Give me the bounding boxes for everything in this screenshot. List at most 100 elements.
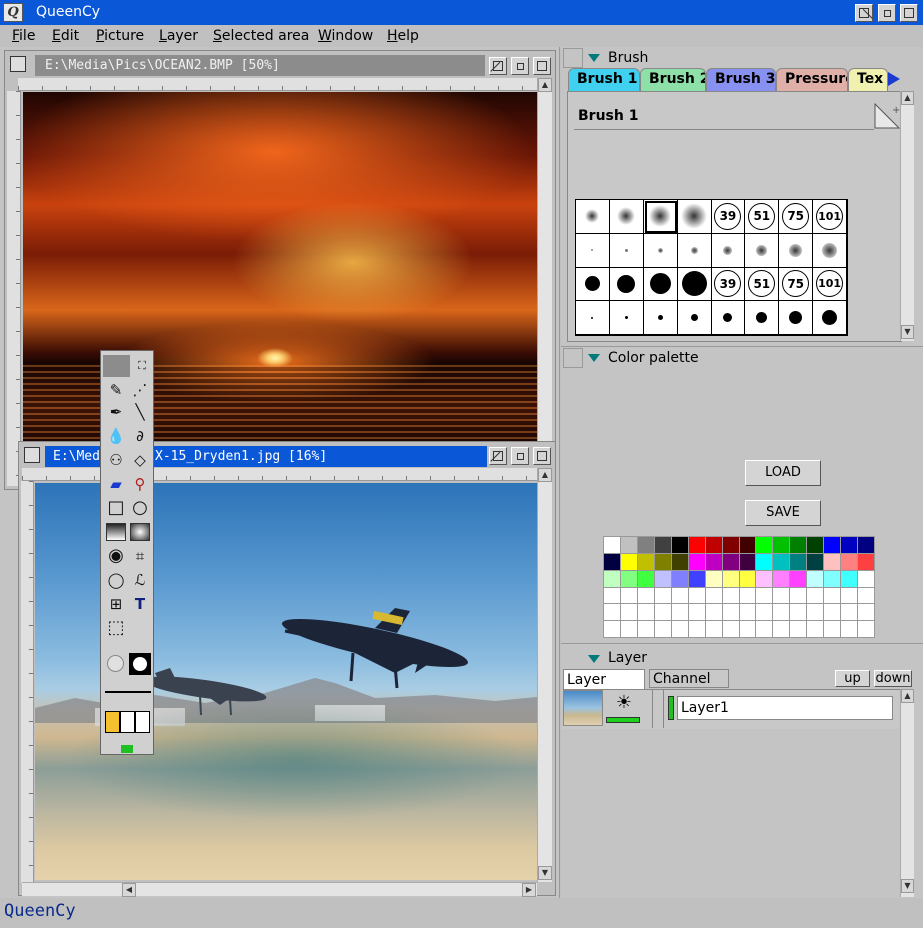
palette-swatch[interactable] (688, 553, 706, 571)
ring-tool-icon[interactable]: ◉ (105, 545, 127, 567)
palette-swatch[interactable] (773, 587, 791, 605)
palette-swatch[interactable] (807, 604, 825, 622)
tab-scroll-right-icon[interactable] (888, 72, 900, 86)
palette-swatch[interactable] (654, 604, 672, 622)
palette-swatch[interactable] (807, 537, 825, 554)
palette-swatch[interactable] (671, 553, 689, 571)
brush-cell[interactable] (779, 301, 814, 335)
palette-swatch[interactable] (756, 587, 774, 605)
ellipse-tool-icon[interactable]: ○ (129, 497, 151, 519)
palette-swatch[interactable] (858, 604, 875, 622)
palette-swatch[interactable] (841, 537, 859, 554)
line-tool-icon[interactable]: ╲ (129, 401, 151, 423)
brush-cell[interactable]: 75 (779, 200, 814, 234)
tab-brush-1[interactable]: Brush 1 (568, 68, 640, 91)
palette-swatch[interactable] (705, 570, 723, 588)
palette-swatch[interactable] (688, 537, 706, 554)
palette-swatch[interactable] (858, 570, 875, 588)
scroll-up-icon[interactable]: ▲ (901, 91, 914, 105)
palette-swatch[interactable] (604, 604, 621, 622)
text-tool-icon[interactable]: T (129, 593, 151, 615)
palette-swatch[interactable] (790, 570, 808, 588)
brush-cell[interactable]: 51 (745, 267, 780, 302)
palette-swatch[interactable] (671, 587, 689, 605)
doc-maximize-button[interactable] (511, 57, 529, 75)
fill-tool-icon[interactable]: ◇ (129, 449, 151, 471)
brush-cell[interactable]: 39 (711, 200, 746, 234)
palette-swatch[interactable] (756, 553, 774, 571)
brush-cell[interactable] (813, 233, 847, 268)
palette-swatch[interactable] (688, 604, 706, 622)
palette-swatch[interactable] (807, 621, 825, 638)
brush-cell[interactable] (576, 301, 610, 335)
palette-swatch[interactable] (722, 587, 740, 605)
toolbox-drag-handle[interactable] (103, 355, 130, 377)
palette-swatch[interactable] (620, 587, 638, 605)
palette-swatch[interactable] (739, 570, 757, 588)
palette-swatch[interactable] (807, 570, 825, 588)
toolbox-panel[interactable]: ⛶ ✎ ⋰ ✒ ╲ 💧 ∂ ⚇ ◇ ▰ ⚲ □ ○ ◉ ⌗ ◯ ℒ ⊞ T ⬚ (100, 350, 154, 755)
palette-swatch[interactable] (688, 621, 706, 638)
tab-brush-3[interactable]: Brush 3 (706, 68, 776, 91)
brush-new-icon[interactable]: + (874, 102, 900, 129)
palette-swatch[interactable] (824, 553, 842, 571)
eyedropper-tool-icon[interactable]: ⚲ (129, 473, 151, 495)
panel-collapse-button[interactable] (563, 348, 583, 368)
tab-brush-2[interactable]: Brush 2 (640, 68, 706, 91)
palette-swatch[interactable] (637, 604, 655, 622)
palette-swatch[interactable] (705, 537, 723, 554)
palette-swatch[interactable] (722, 553, 740, 571)
vertical-scrollbar[interactable]: ▲ ▼ (537, 468, 552, 882)
palette-swatch[interactable] (824, 604, 842, 622)
soft-brush-icon[interactable] (107, 655, 124, 672)
tab-channel[interactable]: Channel (649, 669, 729, 688)
palette-swatch[interactable] (705, 604, 723, 622)
layer-name[interactable]: Layer1 (677, 696, 893, 720)
magic-wand-tool-icon[interactable]: ⊞ (105, 593, 127, 615)
brush-grid[interactable]: 39 51 75 101 39 51 75 101 (575, 199, 848, 336)
palette-swatch[interactable] (858, 587, 875, 605)
palette-swatch[interactable] (722, 570, 740, 588)
toolbox-close-icon[interactable]: ⛶ (131, 355, 153, 377)
doc-minimize-button[interactable] (489, 447, 507, 469)
scroll-left-icon[interactable]: ◀ (122, 883, 136, 897)
palette-swatch[interactable] (739, 553, 757, 571)
palette-swatch[interactable] (790, 604, 808, 622)
palette-swatch[interactable] (773, 553, 791, 571)
palette-swatch[interactable] (688, 587, 706, 605)
window-menu-icon[interactable] (10, 56, 26, 72)
palette-swatch[interactable] (620, 621, 638, 638)
palette-swatch[interactable] (773, 537, 791, 554)
crop-tool-icon[interactable]: ⌗ (129, 545, 151, 567)
brush-cell[interactable] (609, 301, 644, 335)
menu-picture[interactable]: Picture (96, 27, 144, 45)
layer-visibility-icon[interactable]: ☀ (605, 690, 643, 716)
pen-tool-icon[interactable]: ✒ (105, 401, 127, 423)
doc-restore-button[interactable] (533, 57, 551, 75)
tab-pressure[interactable]: Pressure (776, 68, 848, 91)
brush-cell[interactable] (813, 301, 847, 335)
scroll-down-icon[interactable]: ▼ (901, 879, 914, 893)
palette-swatch[interactable] (604, 621, 621, 638)
brush-cell[interactable] (711, 233, 746, 268)
palette-swatch[interactable] (620, 553, 638, 571)
brush-cell[interactable] (609, 233, 644, 268)
tab-layer[interactable]: Layer (563, 669, 645, 690)
palette-swatch[interactable] (620, 537, 638, 554)
doc-maximize-button[interactable] (511, 447, 529, 465)
palette-swatch[interactable] (824, 621, 842, 638)
layer-opacity-bar[interactable] (606, 717, 640, 723)
palette-swatch[interactable] (671, 604, 689, 622)
restore-button[interactable] (900, 4, 918, 22)
brush-cell[interactable] (609, 267, 644, 302)
save-palette-button[interactable]: SAVE (745, 500, 821, 526)
layer-up-button[interactable]: up (835, 670, 870, 687)
palette-swatch[interactable] (654, 537, 672, 554)
menu-help[interactable]: Help (387, 27, 419, 45)
brush-cell[interactable] (643, 301, 678, 335)
palette-swatch[interactable] (858, 537, 875, 554)
menu-file[interactable]: File (12, 27, 35, 45)
brush-cell[interactable] (643, 233, 678, 268)
palette-swatch[interactable] (841, 553, 859, 571)
palette-swatch[interactable] (637, 537, 655, 554)
